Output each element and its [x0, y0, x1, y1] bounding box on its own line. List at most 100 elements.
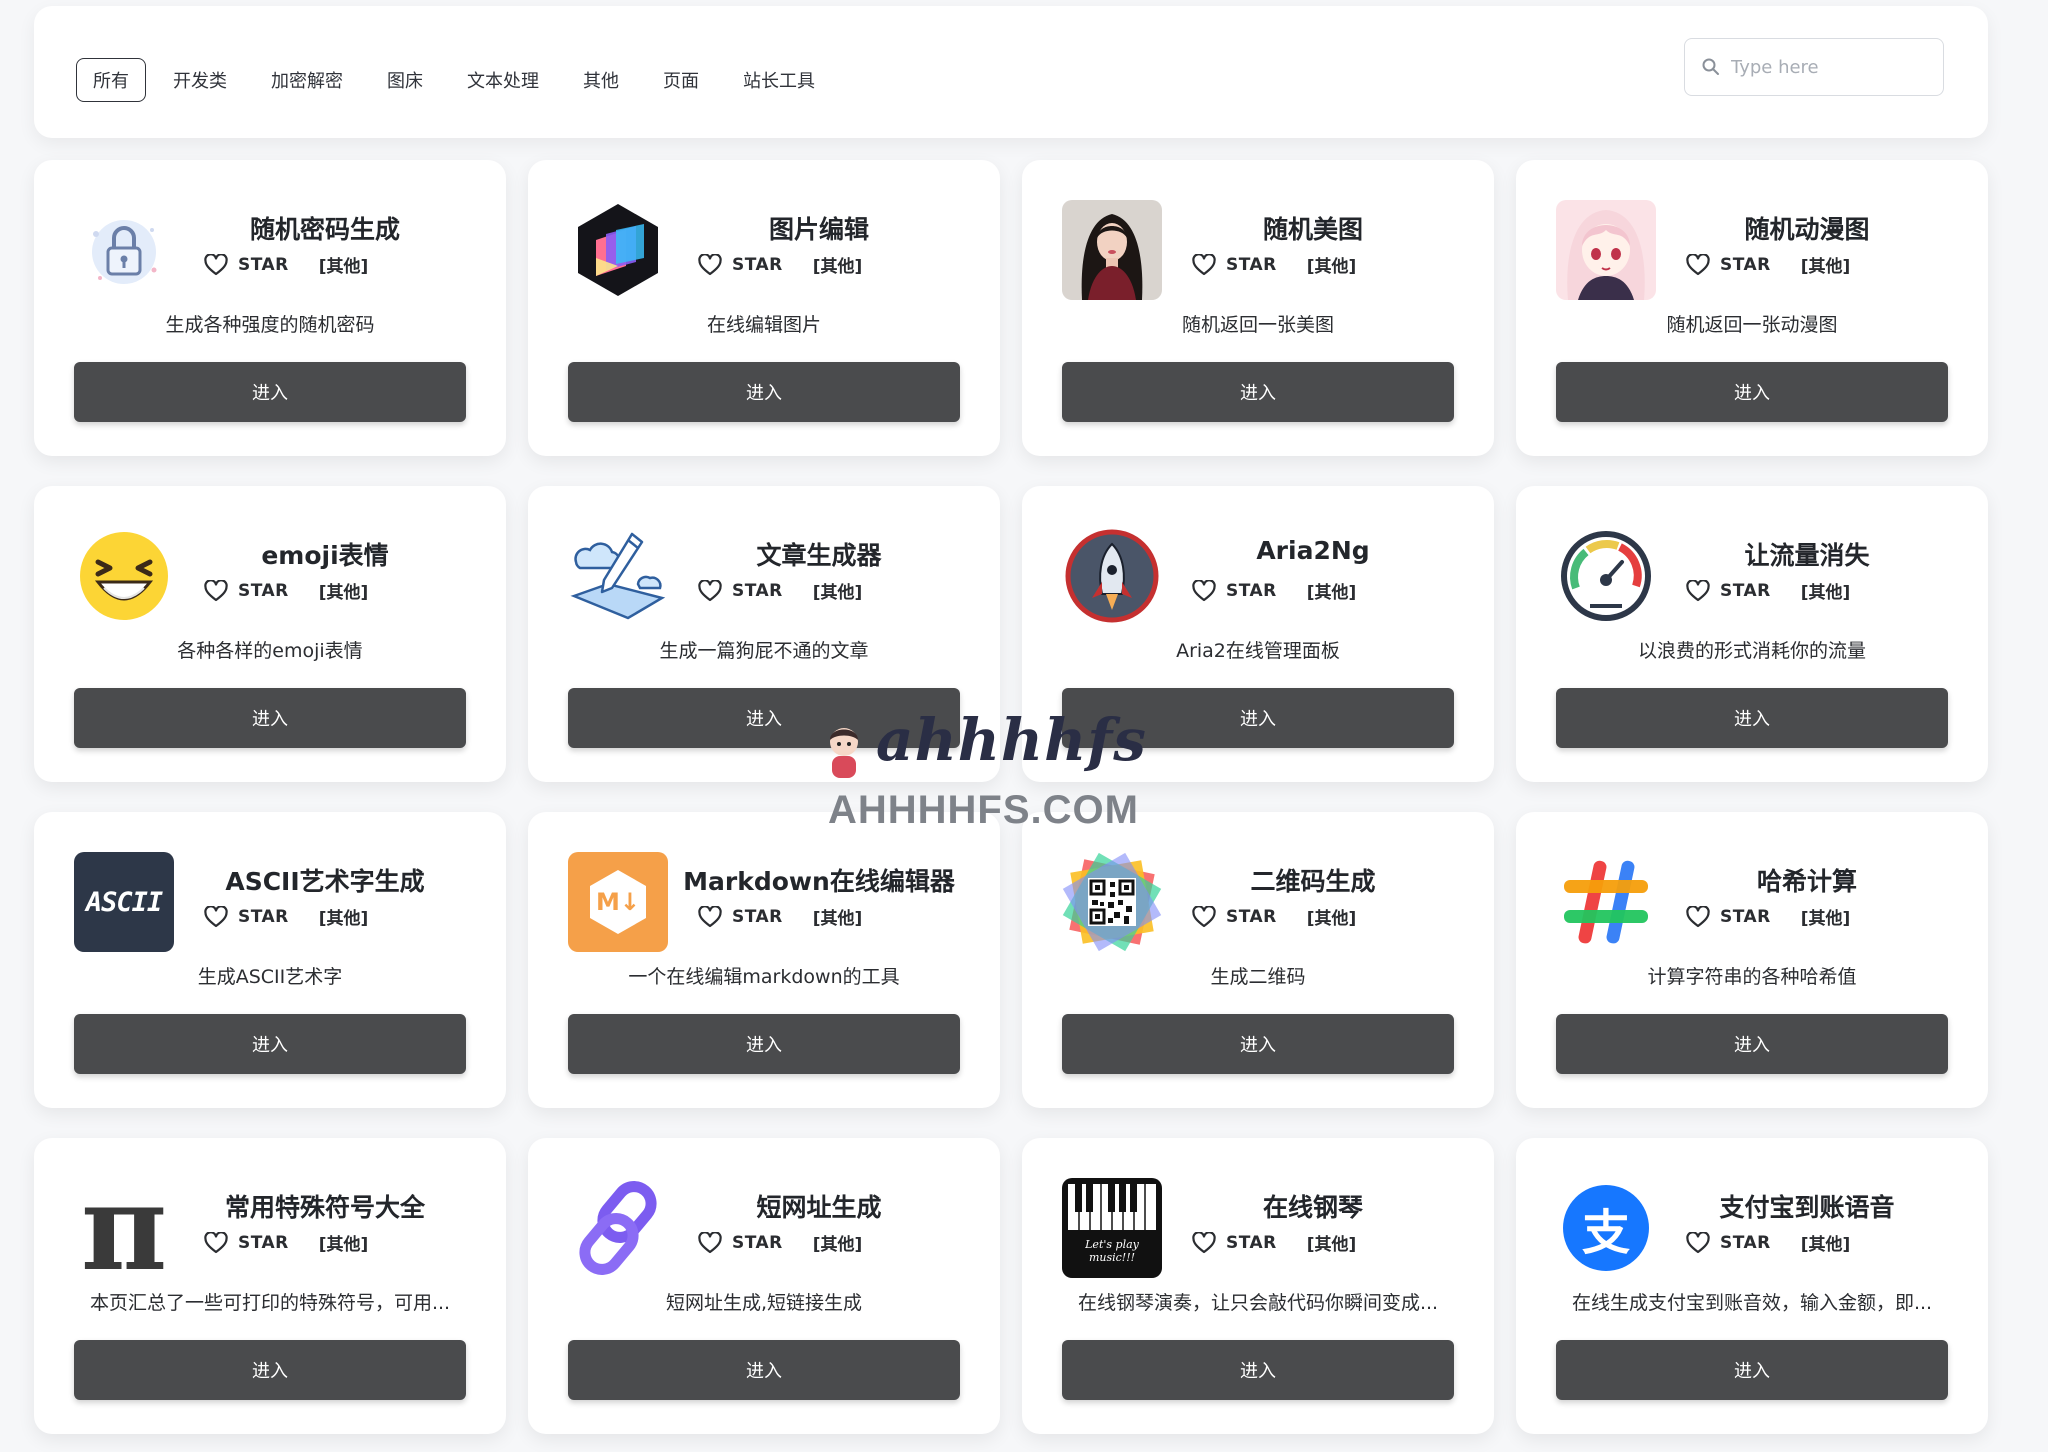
enter-button[interactable]: 进入	[74, 1014, 466, 1074]
tool-card: 文章生成器 STAR [其他] 生成一篇狗屁不通的文章 进入	[528, 486, 1000, 782]
star-button[interactable]: STAR	[238, 907, 289, 927]
enter-button[interactable]: 进入	[1556, 688, 1948, 748]
category-label: [其他]	[1800, 1235, 1851, 1255]
category-label: [其他]	[1800, 257, 1851, 277]
card-meta: STAR [其他]	[1192, 1230, 1356, 1255]
card-description: Aria2在线管理面板	[1176, 640, 1340, 662]
tool-card: 哈希计算 STAR [其他] 计算字符串的各种哈希值 进入	[1516, 812, 1988, 1108]
star-button[interactable]: STAR	[238, 255, 289, 275]
enter-button[interactable]: 进入	[74, 362, 466, 422]
card-description: 在线钢琴演奏，让只会敲代码你瞬间变成...	[1077, 1292, 1439, 1314]
card-title: 随机密码生成	[249, 215, 400, 244]
pen-cloud-icon	[568, 526, 668, 626]
category-label: [其他]	[812, 583, 863, 603]
tool-grid: 随机密码生成 STAR [其他] 生成各种强度的随机密码 进入 图片编辑 STA…	[34, 160, 1988, 1434]
star-button[interactable]: STAR	[1720, 1233, 1771, 1253]
category-label: [其他]	[1306, 583, 1357, 603]
heart-icon[interactable]	[698, 1231, 722, 1254]
heart-icon[interactable]	[1192, 579, 1216, 602]
enter-button[interactable]: 进入	[1556, 1014, 1948, 1074]
laughing-emoji-icon	[74, 526, 174, 626]
tab-pages[interactable]: 页面	[646, 58, 716, 102]
star-button[interactable]: STAR	[732, 255, 783, 275]
heart-icon[interactable]	[698, 905, 722, 928]
star-button[interactable]: STAR	[238, 1233, 289, 1253]
heart-icon[interactable]	[204, 905, 228, 928]
heart-icon[interactable]	[204, 1231, 228, 1254]
enter-button[interactable]: 进入	[1062, 1014, 1454, 1074]
category-label: [其他]	[1306, 257, 1357, 277]
card-description: 一个在线编辑markdown的工具	[628, 966, 900, 988]
enter-button[interactable]: 进入	[568, 688, 960, 748]
star-button[interactable]: STAR	[1720, 907, 1771, 927]
heart-icon[interactable]	[204, 253, 228, 276]
piano-icon: Let's play music!!!	[1062, 1178, 1162, 1278]
heart-icon[interactable]	[698, 253, 722, 276]
star-button[interactable]: STAR	[1226, 255, 1277, 275]
tool-card: 让流量消失 STAR [其他] 以浪费的形式消耗你的流量 进入	[1516, 486, 1988, 782]
heart-icon[interactable]	[1192, 253, 1216, 276]
star-button[interactable]: STAR	[1226, 1233, 1277, 1253]
tab-dev[interactable]: 开发类	[156, 58, 244, 102]
enter-button[interactable]: 进入	[1556, 362, 1948, 422]
card-description: 生成一篇狗屁不通的文章	[659, 640, 869, 662]
tool-card: Aria2Ng STAR [其他] Aria2在线管理面板 进入	[1022, 486, 1494, 782]
enter-button[interactable]: 进入	[568, 362, 960, 422]
star-button[interactable]: STAR	[1226, 581, 1277, 601]
enter-button[interactable]: 进入	[74, 688, 466, 748]
tab-image-host[interactable]: 图床	[370, 58, 440, 102]
enter-button[interactable]: 进入	[1062, 1340, 1454, 1400]
star-button[interactable]: STAR	[732, 1233, 783, 1253]
heart-icon[interactable]	[1686, 1231, 1710, 1254]
card-title: ASCII艺术字生成	[225, 867, 425, 896]
tool-card: 二维码生成 STAR [其他] 生成二维码 进入	[1022, 812, 1494, 1108]
star-button[interactable]: STAR	[1226, 907, 1277, 927]
card-title: 支付宝到账语音	[1719, 1193, 1895, 1222]
star-button[interactable]: STAR	[1720, 581, 1771, 601]
star-button[interactable]: STAR	[238, 581, 289, 601]
card-meta: STAR [其他]	[204, 1230, 368, 1255]
card-description: 计算字符串的各种哈希值	[1647, 966, 1857, 988]
heart-icon[interactable]	[204, 579, 228, 602]
category-label: [其他]	[318, 1235, 369, 1255]
enter-button[interactable]: 进入	[74, 1340, 466, 1400]
pi-icon-text: π	[80, 1178, 168, 1278]
heart-icon[interactable]	[1192, 1231, 1216, 1254]
search-input[interactable]	[1729, 55, 1923, 79]
heart-icon[interactable]	[698, 579, 722, 602]
card-meta: STAR [其他]	[1686, 904, 1850, 929]
tab-text[interactable]: 文本处理	[450, 58, 556, 102]
enter-button[interactable]: 进入	[568, 1340, 960, 1400]
heart-icon[interactable]	[1686, 253, 1710, 276]
category-label: [其他]	[318, 909, 369, 929]
tab-all[interactable]: 所有	[76, 58, 146, 102]
star-button[interactable]: STAR	[732, 907, 783, 927]
card-description: 生成各种强度的随机密码	[165, 314, 375, 336]
enter-button[interactable]: 进入	[1062, 688, 1454, 748]
tab-crypto[interactable]: 加密解密	[254, 58, 360, 102]
card-meta: STAR [其他]	[1192, 904, 1356, 929]
enter-button[interactable]: 进入	[568, 1014, 960, 1074]
tool-card: Let's play music!!! 在线钢琴 STAR [其他] 在线钢琴演…	[1022, 1138, 1494, 1434]
card-description: 生成二维码	[1210, 966, 1306, 988]
category-label: [其他]	[812, 1235, 863, 1255]
card-meta: STAR [其他]	[698, 1230, 862, 1255]
star-button[interactable]: STAR	[732, 581, 783, 601]
hash-icon	[1556, 852, 1656, 952]
tab-webmaster[interactable]: 站长工具	[726, 58, 832, 102]
tool-card: 随机美图 STAR [其他] 随机返回一张美图 进入	[1022, 160, 1494, 456]
enter-button[interactable]: 进入	[1556, 1340, 1948, 1400]
enter-button[interactable]: 进入	[1062, 362, 1454, 422]
card-title: 随机动漫图	[1744, 215, 1870, 244]
heart-icon[interactable]	[1192, 905, 1216, 928]
star-button[interactable]: STAR	[1720, 255, 1771, 275]
category-label: [其他]	[1306, 909, 1357, 929]
heart-icon[interactable]	[1686, 579, 1710, 602]
heart-icon[interactable]	[1686, 905, 1710, 928]
search-box[interactable]	[1684, 38, 1944, 96]
anime-portrait-icon	[1556, 200, 1656, 300]
card-meta: STAR [其他]	[204, 904, 368, 929]
card-title: 二维码生成	[1250, 867, 1376, 896]
card-description: 随机返回一张美图	[1181, 314, 1334, 336]
tab-other[interactable]: 其他	[566, 58, 636, 102]
